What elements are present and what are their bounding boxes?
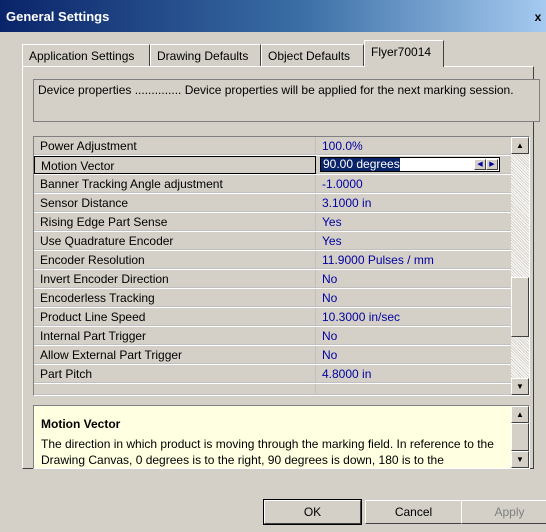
device-description: Device properties .............. Device … bbox=[33, 79, 540, 122]
motion-vector-input[interactable]: 90.00 degrees ◀ ▶ bbox=[320, 157, 500, 172]
property-name: Allow External Part Trigger bbox=[34, 346, 316, 364]
spin-buttons[interactable]: ◀ ▶ bbox=[474, 159, 498, 170]
property-value[interactable]: 100.0% bbox=[316, 137, 511, 155]
property-row[interactable]: Use Quadrature Encoder Yes bbox=[34, 232, 511, 251]
help-scrollbar[interactable]: ▲ ▼ bbox=[511, 406, 529, 468]
property-value[interactable]: 10.3000 in/sec bbox=[316, 308, 511, 326]
ok-button[interactable]: OK bbox=[263, 499, 362, 525]
property-row[interactable]: Part Pitch 4.8000 in bbox=[34, 365, 511, 384]
property-grid: Power Adjustment 100.0% Motion Vector 90… bbox=[33, 136, 530, 396]
scroll-thumb[interactable] bbox=[511, 277, 529, 337]
property-value[interactable]: -1.0000 bbox=[316, 175, 511, 193]
property-value-editor-cell[interactable]: 90.00 degrees ◀ ▶ bbox=[316, 156, 511, 174]
help-title: Motion Vector bbox=[41, 417, 121, 431]
property-row[interactable]: Encoder Resolution 11.9000 Pulses / mm bbox=[34, 251, 511, 270]
property-row[interactable]: Allow External Part Trigger No bbox=[34, 346, 511, 365]
help-scroll-down-icon[interactable]: ▼ bbox=[511, 451, 529, 468]
property-name: Internal Part Trigger bbox=[34, 327, 316, 345]
property-name: Sensor Distance bbox=[34, 194, 316, 212]
help-scroll-thumb[interactable] bbox=[511, 423, 529, 451]
property-row[interactable]: Banner Tracking Angle adjustment -1.0000 bbox=[34, 175, 511, 194]
property-value[interactable]: Yes bbox=[316, 213, 511, 231]
property-value-partial bbox=[316, 384, 511, 395]
spin-right-icon[interactable]: ▶ bbox=[486, 159, 498, 170]
tab-drawing-defaults[interactable]: Drawing Defaults bbox=[150, 44, 261, 66]
cancel-button[interactable]: Cancel bbox=[365, 500, 462, 524]
property-row[interactable]: Sensor Distance 3.1000 in bbox=[34, 194, 511, 213]
property-name-partial bbox=[34, 384, 316, 395]
property-value[interactable]: No bbox=[316, 270, 511, 288]
property-row-selected[interactable]: Motion Vector 90.00 degrees ◀ ▶ bbox=[34, 156, 511, 175]
property-row[interactable]: Rising Edge Part Sense Yes bbox=[34, 213, 511, 232]
property-name: Use Quadrature Encoder bbox=[34, 232, 316, 250]
property-value[interactable]: 3.1000 in bbox=[316, 194, 511, 212]
motion-vector-value[interactable]: 90.00 degrees bbox=[321, 158, 400, 171]
close-icon[interactable]: x bbox=[532, 10, 544, 24]
property-value[interactable]: No bbox=[316, 327, 511, 345]
tab-flyer70014[interactable]: Flyer70014 bbox=[364, 40, 444, 67]
property-name: Encoderless Tracking bbox=[34, 289, 316, 307]
title-bar[interactable]: General Settings x bbox=[0, 0, 546, 32]
property-grid-scrollbar[interactable]: ▲ ▼ bbox=[511, 137, 529, 395]
help-body: The direction in which product is moving… bbox=[41, 437, 494, 467]
property-row[interactable]: Product Line Speed 10.3000 in/sec bbox=[34, 308, 511, 327]
property-row[interactable]: Power Adjustment 100.0% bbox=[34, 137, 511, 156]
property-value[interactable]: No bbox=[316, 289, 511, 307]
property-name: Banner Tracking Angle adjustment bbox=[34, 175, 316, 193]
property-row-partial bbox=[34, 384, 511, 395]
property-name: Part Pitch bbox=[34, 365, 316, 383]
property-name: Power Adjustment bbox=[34, 137, 316, 155]
property-name: Encoder Resolution bbox=[34, 251, 316, 269]
property-value[interactable]: No bbox=[316, 346, 511, 364]
apply-button[interactable]: Apply bbox=[461, 500, 546, 524]
property-name: Invert Encoder Direction bbox=[34, 270, 316, 288]
scroll-down-icon[interactable]: ▼ bbox=[511, 378, 529, 395]
scroll-up-icon[interactable]: ▲ bbox=[511, 137, 529, 154]
property-value[interactable]: 11.9000 Pulses / mm bbox=[316, 251, 511, 269]
property-value[interactable]: 4.8000 in bbox=[316, 365, 511, 383]
window-title: General Settings bbox=[6, 9, 110, 24]
help-scroll-up-icon[interactable]: ▲ bbox=[511, 406, 529, 423]
property-name: Product Line Speed bbox=[34, 308, 316, 326]
help-panel: Motion Vector The direction in which pro… bbox=[33, 405, 530, 469]
general-settings-window: General Settings x Application Settings … bbox=[0, 0, 546, 532]
property-value[interactable]: Yes bbox=[316, 232, 511, 250]
tab-application-settings[interactable]: Application Settings bbox=[22, 44, 150, 66]
property-row[interactable]: Encoderless Tracking No bbox=[34, 289, 511, 308]
property-row[interactable]: Invert Encoder Direction No bbox=[34, 270, 511, 289]
tab-object-defaults[interactable]: Object Defaults bbox=[261, 44, 364, 66]
property-name: Rising Edge Part Sense bbox=[34, 213, 316, 231]
property-name: Motion Vector bbox=[34, 156, 316, 174]
spin-left-icon[interactable]: ◀ bbox=[474, 159, 486, 170]
property-row[interactable]: Internal Part Trigger No bbox=[34, 327, 511, 346]
